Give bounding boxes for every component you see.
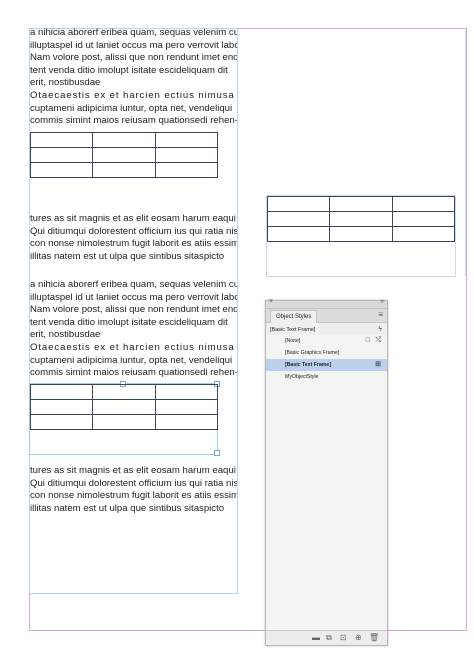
table-cell[interactable]: [391, 226, 456, 242]
default-graphic-frame-icon: ⤭: [375, 337, 381, 344]
text-line: commis simint maios reiusam quationsedi …: [30, 115, 237, 127]
table-cell[interactable]: [154, 399, 219, 415]
text-frame-2[interactable]: tures as sit magnis et as elit eosam har…: [30, 213, 237, 263]
delete-icon[interactable]: 🗑: [369, 633, 379, 643]
table-1[interactable]: [29, 132, 219, 178]
table-cell[interactable]: [266, 196, 331, 212]
table-cell[interactable]: [92, 414, 156, 430]
table-cell[interactable]: [29, 132, 94, 148]
style-item-label: [None]: [285, 338, 301, 344]
style-item-myobjectstyle[interactable]: MyObjectStyle: [266, 371, 387, 383]
table-cell[interactable]: [329, 226, 393, 242]
style-item-basic-graphics-frame[interactable]: [Basic Graphics Frame]: [266, 347, 387, 359]
text-line: Qui ditiumqui dolorestent officium ius q…: [30, 477, 237, 489]
text-frame-3[interactable]: a nihicia aborerf eribea quam, sequas ve…: [30, 279, 237, 380]
text-line: Otaecaestis ex et harcien ectius nimusa …: [30, 341, 237, 353]
table-cell[interactable]: [29, 384, 94, 400]
text-line: cuptameni adipicima iuntur, opta net, ve…: [30, 354, 233, 366]
frame-handle[interactable]: [214, 450, 220, 456]
text-line: erit, nostibusdae: [30, 329, 101, 341]
table-cell[interactable]: [154, 132, 219, 148]
table-cell[interactable]: [92, 162, 156, 178]
default-text-frame-icon: □: [365, 337, 370, 344]
style-item-basic-text-frame[interactable]: [Basic Text Frame] ⊞: [266, 359, 387, 371]
text-line: illuptaspel id ut laniet occus ma pero v…: [30, 39, 237, 51]
table-cell[interactable]: [92, 132, 156, 148]
new-style-icon[interactable]: ⊕: [355, 633, 362, 643]
text-frame-icon: ⊞: [375, 361, 381, 368]
text-line: tent venda ditio imolupt isitate escidel…: [30, 316, 228, 328]
table-cell[interactable]: [92, 384, 156, 400]
table-cell[interactable]: [154, 162, 219, 178]
table-2[interactable]: [29, 384, 219, 430]
text-line: Qui ditiumqui dolorestent officium ius q…: [30, 225, 237, 237]
table-cell[interactable]: [154, 414, 219, 430]
style-item-none[interactable]: [None] □ ⤭: [266, 335, 387, 347]
text-line: commis simint maios reiusam quationsedi …: [30, 367, 237, 379]
panel-title-bar[interactable]: × »: [266, 298, 387, 309]
table-cell[interactable]: [29, 162, 94, 178]
table-cell[interactable]: [391, 211, 456, 227]
table-cell[interactable]: [391, 196, 456, 212]
text-line: tures as sit magnis et as elit eosam har…: [30, 465, 236, 476]
hamburger-menu-icon[interactable]: ≡: [378, 310, 383, 319]
text-line: illitas natem est ut ulpa que sintibus s…: [30, 502, 225, 514]
collapse-icon[interactable]: »: [380, 298, 384, 305]
table-cell[interactable]: [329, 211, 393, 227]
style-list: [None] □ ⤭ [Basic Graphics Frame] [Basic…: [266, 335, 387, 631]
close-icon[interactable]: ×: [269, 298, 273, 305]
table-cell[interactable]: [92, 399, 156, 415]
table-cell[interactable]: [29, 147, 94, 163]
text-line: tent venda ditio imolupt isitate escidel…: [30, 64, 228, 76]
table-cell[interactable]: [29, 399, 94, 415]
table-cell[interactable]: [266, 226, 331, 242]
text-line: erit, nostibusdae: [30, 77, 101, 89]
text-line: tures as sit magnis et as elit eosam har…: [30, 213, 236, 224]
text-line: illuptaspel id ut laniet occus ma pero v…: [30, 291, 237, 303]
table-cell[interactable]: [92, 147, 156, 163]
text-line: Nam volore post, alissi que non rendunt …: [30, 304, 237, 316]
tab-object-styles[interactable]: Object Styles: [270, 310, 318, 323]
text-line: a nihicia aborerf eribea quam, sequas ve…: [30, 27, 237, 38]
folder-icon[interactable]: ▬: [312, 633, 320, 643]
text-line: con nonse nimolestrum fugit laborit es a…: [30, 490, 237, 502]
table-cell[interactable]: [154, 384, 219, 400]
table-cell[interactable]: [154, 147, 219, 163]
table-cell[interactable]: [266, 211, 331, 227]
text-line: Otaecaestis ex et harcien ectius nimusa …: [30, 89, 237, 101]
text-line: illitas natem est ut ulpa que sintibus s…: [30, 250, 225, 262]
clear-attributes-icon[interactable]: ⊡: [340, 633, 347, 643]
panel-tab-row: Object Styles ≡: [266, 309, 387, 323]
text-line: Nam volore post, alissi que non rendunt …: [30, 52, 237, 64]
style-item-label: [Basic Text Frame]: [285, 362, 332, 368]
table-cell[interactable]: [29, 414, 94, 430]
text-frame-4[interactable]: tures as sit magnis et as elit eosam har…: [30, 465, 237, 515]
table-3[interactable]: [266, 196, 456, 242]
style-item-label: [Basic Graphics Frame]: [285, 350, 340, 356]
table-cell[interactable]: [329, 196, 393, 212]
object-styles-panel: × » Object Styles ≡ [Basic Text Frame] ϟ…: [265, 298, 388, 646]
panel-footer: ▬ ⧉ ⊡ ⊕ 🗑: [266, 630, 387, 645]
text-line: con nonse nimolestrum fugit laborit es a…: [30, 238, 237, 250]
current-style-label: [Basic Text Frame]: [270, 327, 316, 333]
clear-overrides-icon[interactable]: ⧉: [326, 633, 332, 643]
text-line: cuptameni adipicima iuntur, opta net, ve…: [30, 102, 233, 114]
text-frame-1[interactable]: a nihicia aborerf eribea quam, sequas ve…: [30, 27, 237, 128]
style-item-label: MyObjectStyle: [285, 374, 319, 380]
text-line: a nihicia aborerf eribea quam, sequas ve…: [30, 279, 237, 290]
